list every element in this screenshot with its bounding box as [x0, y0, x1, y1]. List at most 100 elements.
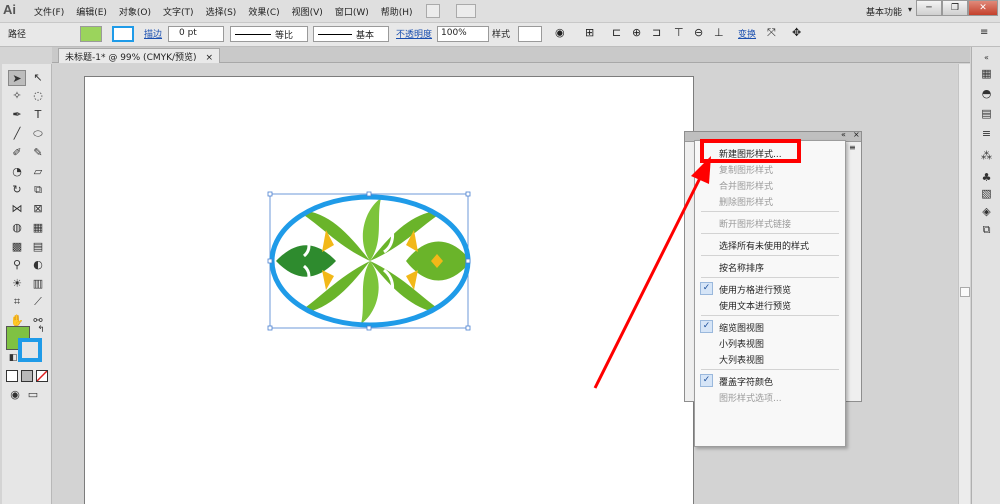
- transform-link[interactable]: 变换: [738, 27, 756, 40]
- selected-ornament-ellipse[interactable]: [266, 190, 476, 336]
- isolate-icon[interactable]: ⤧: [767, 26, 776, 40]
- workspace-switcher[interactable]: 基本功能: [866, 5, 902, 18]
- restore-button[interactable]: ❐: [942, 0, 968, 16]
- gradient-tool-icon[interactable]: ▤: [29, 239, 47, 255]
- graphic-styles-icon[interactable]: ▧: [978, 187, 995, 201]
- align-right-icon[interactable]: ⊐: [652, 26, 661, 39]
- column-graph-icon[interactable]: ▥: [29, 276, 47, 292]
- brush-definition[interactable]: 基本: [313, 26, 389, 42]
- panel-menu-button[interactable]: ≡: [849, 144, 859, 152]
- menu-file[interactable]: 文件(F): [34, 5, 64, 18]
- menu-type[interactable]: 文字(T): [163, 5, 194, 18]
- align-middle-icon[interactable]: ⊖: [694, 26, 703, 39]
- menu-large-list-view[interactable]: 大列表视图: [719, 353, 764, 366]
- color-mode-icon[interactable]: [6, 370, 18, 382]
- color-guide-icon[interactable]: ◓: [978, 87, 995, 101]
- stroke-weight-field[interactable]: 0 pt: [168, 26, 224, 42]
- bridge-icon[interactable]: [426, 4, 440, 18]
- line-tool-icon[interactable]: ╱: [8, 126, 26, 142]
- chevron-down-icon[interactable]: ▾: [908, 5, 912, 14]
- menu-override-char-color[interactable]: 覆盖字符颜色: [719, 375, 773, 388]
- menu-preview-square[interactable]: 使用方格进行预览: [719, 283, 791, 296]
- vertical-scrollbar[interactable]: [958, 64, 970, 504]
- align-selection-icon[interactable]: ⊞: [585, 26, 594, 39]
- menu-help[interactable]: 帮助(H): [381, 5, 413, 18]
- menu-break-link: 断开图形样式链接: [719, 220, 792, 230]
- close-button[interactable]: ✕: [968, 0, 998, 16]
- menu-separator: [701, 233, 839, 234]
- ellipse-tool-icon[interactable]: ⬭: [29, 126, 47, 142]
- tab-close-icon[interactable]: ×: [205, 53, 213, 63]
- scrollbar-thumb[interactable]: [960, 287, 970, 297]
- symbol-sprayer-icon[interactable]: ☀: [8, 276, 26, 292]
- recolor-icon[interactable]: ◉: [555, 26, 565, 39]
- mesh-tool-icon[interactable]: ▩: [8, 239, 26, 255]
- artboard-tool-icon[interactable]: ⌗: [8, 294, 26, 310]
- minimize-button[interactable]: ─: [916, 0, 942, 16]
- lasso-icon[interactable]: ◌: [29, 88, 47, 104]
- menu-select-unused[interactable]: 选择所有未使用的样式: [719, 239, 809, 252]
- eraser-icon[interactable]: ▱: [29, 164, 47, 180]
- symbols-icon[interactable]: ♣: [978, 171, 995, 185]
- options-icon[interactable]: ✥: [792, 26, 801, 39]
- align-bottom-icon[interactable]: ⊥: [714, 26, 724, 39]
- menu-thumbnail-view[interactable]: 缩览图视图: [719, 321, 764, 334]
- layers-icon[interactable]: ◈: [978, 205, 995, 219]
- align-left-icon[interactable]: ⊏: [612, 26, 621, 39]
- menu-edit[interactable]: 编辑(E): [76, 5, 107, 18]
- collapse-panel-icon[interactable]: «: [841, 130, 846, 139]
- menu-preview-text[interactable]: 使用文本进行预览: [719, 299, 791, 312]
- menu-separator: [701, 255, 839, 256]
- free-transform-icon[interactable]: ⊠: [29, 201, 47, 217]
- panel-menu-icon[interactable]: ≡: [980, 27, 988, 38]
- pen-tool-icon[interactable]: ✒: [8, 107, 26, 123]
- menu-view[interactable]: 视图(V): [292, 5, 323, 18]
- menu-sort-by-name[interactable]: 按名称排序: [719, 261, 764, 274]
- opacity-field[interactable]: 100%: [437, 26, 489, 42]
- width-tool-icon[interactable]: ⋈: [8, 201, 26, 217]
- menu-select[interactable]: 选择(S): [206, 5, 237, 18]
- default-colors-icon[interactable]: ◧: [4, 350, 22, 366]
- type-tool-icon[interactable]: T: [29, 107, 47, 123]
- pencil-icon[interactable]: ✎: [29, 145, 47, 161]
- close-panel-icon[interactable]: ×: [853, 130, 860, 139]
- gradient-mode-icon[interactable]: [21, 370, 33, 382]
- stroke-link[interactable]: 描边: [144, 27, 162, 40]
- graphic-style-picker[interactable]: [518, 26, 542, 42]
- variable-width-profile[interactable]: 等比: [230, 26, 308, 42]
- document-tab[interactable]: 未标题-1* @ 99% (CMYK/预览) ×: [58, 48, 220, 63]
- menu-effect[interactable]: 效果(C): [248, 5, 279, 18]
- align-top-icon[interactable]: ⊤: [674, 26, 684, 39]
- brushes-icon[interactable]: ⁂: [978, 149, 995, 163]
- menu-separator: [701, 369, 839, 370]
- paintbrush-icon[interactable]: ✐: [8, 145, 26, 161]
- rotate-tool-icon[interactable]: ↻: [8, 182, 26, 198]
- none-mode-icon[interactable]: [36, 370, 48, 382]
- shape-builder-icon[interactable]: ◍: [8, 220, 26, 236]
- menu-small-list-view[interactable]: 小列表视图: [719, 337, 764, 350]
- blend-tool-icon[interactable]: ◐: [29, 257, 47, 273]
- direct-selection-tool-icon[interactable]: ↖: [29, 70, 47, 86]
- slice-tool-icon[interactable]: ⟋: [29, 294, 47, 310]
- swatches-icon[interactable]: ▤: [978, 107, 995, 121]
- color-panel-icon[interactable]: ▦: [978, 67, 995, 81]
- opacity-link[interactable]: 不透明度: [396, 27, 432, 40]
- menu-object[interactable]: 对象(O): [119, 5, 151, 18]
- eyedropper-icon[interactable]: ⚲: [8, 257, 26, 273]
- magic-wand-icon[interactable]: ✧: [8, 88, 26, 104]
- stroke-panel-icon[interactable]: ≡: [978, 127, 995, 141]
- screen-mode-icon[interactable]: ▭: [24, 387, 42, 403]
- align-center-icon[interactable]: ⊕: [632, 26, 641, 39]
- perspective-grid-icon[interactable]: ▦: [29, 220, 47, 236]
- draw-mode-icon[interactable]: ◉: [6, 387, 24, 403]
- fill-color-swatch[interactable]: [80, 26, 102, 42]
- selection-tool-icon[interactable]: ➤: [8, 70, 26, 86]
- arrange-documents-icon[interactable]: [456, 4, 476, 18]
- stroke-color-swatch[interactable]: [112, 26, 134, 42]
- menu-window[interactable]: 窗口(W): [335, 5, 369, 18]
- collapse-dock-icon[interactable]: «: [978, 51, 995, 65]
- artboards-icon[interactable]: ⧉: [978, 223, 995, 237]
- blob-brush-icon[interactable]: ◔: [8, 164, 26, 180]
- swap-fill-stroke-icon[interactable]: ↰: [32, 322, 50, 338]
- scale-tool-icon[interactable]: ⧉: [29, 182, 47, 198]
